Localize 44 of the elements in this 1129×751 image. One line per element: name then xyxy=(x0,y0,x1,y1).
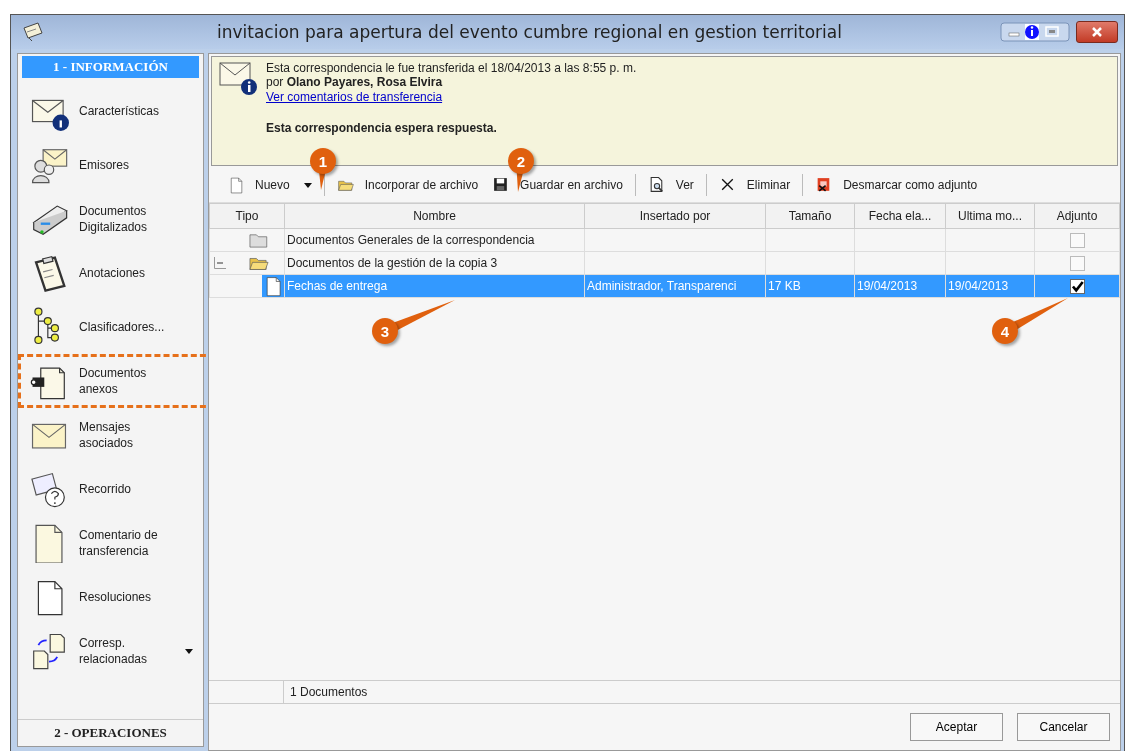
table-cell: Documentos Generales de la correspondencia xyxy=(284,228,585,252)
toolbar-button[interactable]: Desmarcar como adjunto xyxy=(811,174,982,196)
response-status: Esta correspondencia espera respuesta. xyxy=(266,121,498,135)
sidebar-item[interactable]: Comentario de transferencia xyxy=(18,516,215,570)
sidebar-item[interactable]: Clasificadores... xyxy=(18,300,215,354)
column-header[interactable]: Tamaño xyxy=(765,203,855,229)
sidebar-item[interactable]: Mensajes asociados xyxy=(18,408,215,462)
sidebar-item[interactable]: Características xyxy=(18,84,215,138)
collapse-toggle[interactable] xyxy=(214,257,226,269)
column-header[interactable]: Adjunto xyxy=(1034,203,1120,229)
sidebar-item[interactable]: Corresp. relacionadas xyxy=(18,624,215,678)
toolbar-button[interactable]: Eliminar xyxy=(714,174,795,196)
attachment-checkbox[interactable] xyxy=(1069,278,1085,294)
column-header[interactable]: Tipo xyxy=(209,203,285,229)
column-header[interactable]: Fecha ela... xyxy=(854,203,946,229)
window-buttons-drawing[interactable] xyxy=(1000,22,1070,42)
caret-icon xyxy=(303,182,312,188)
comments-link[interactable]: Ver comentarios de transferencia xyxy=(266,89,443,105)
column-header[interactable]: Insertado por xyxy=(584,203,766,229)
table-row[interactable]: Documentos de la gestión de la copia 3 xyxy=(209,251,1120,275)
sidebar-item[interactable]: Emisores xyxy=(18,138,215,192)
table-cell: Fechas de entrega xyxy=(284,274,585,298)
close-button[interactable] xyxy=(1076,21,1118,43)
toolbar-button[interactable]: Ver xyxy=(643,174,698,196)
transferred-by: por Olano Payares, Rosa Elvira xyxy=(266,75,444,89)
app-icon xyxy=(21,20,45,44)
table-cell: Administrador, Transparenci xyxy=(584,274,766,298)
table-row[interactable]: Documentos Generales de la correspondencia xyxy=(209,228,1120,252)
caret-icon xyxy=(185,648,193,654)
dialog-button[interactable]: Cancelar xyxy=(1017,713,1110,741)
toolbar-button[interactable]: Nuevo xyxy=(223,174,316,196)
window-title: invitacion para apertura del evento cumbre regional en gestion territorial xyxy=(217,22,843,42)
transfer-message: Esta correspondencia le fue transferida el 18/04/2013 a las 8:55 p. m. xyxy=(266,61,637,75)
envelope-info-icon xyxy=(218,61,258,97)
sidebar-item[interactable]: Recorrido xyxy=(18,462,215,516)
toolbar-button[interactable]: Incorporar de archivo xyxy=(332,174,483,196)
dialog-button[interactable]: Aceptar xyxy=(910,713,1003,741)
column-header[interactable]: Nombre xyxy=(284,203,585,229)
document-count: 1 Documentos xyxy=(283,681,374,703)
attachment-checkbox[interactable] xyxy=(1069,255,1085,271)
attachment-checkbox[interactable] xyxy=(1069,232,1085,248)
sidebar-item[interactable]: Resoluciones xyxy=(18,570,215,624)
column-header[interactable]: Ultima mo... xyxy=(945,203,1035,229)
table-cell: Documentos de la gestión de la copia 3 xyxy=(284,251,585,275)
